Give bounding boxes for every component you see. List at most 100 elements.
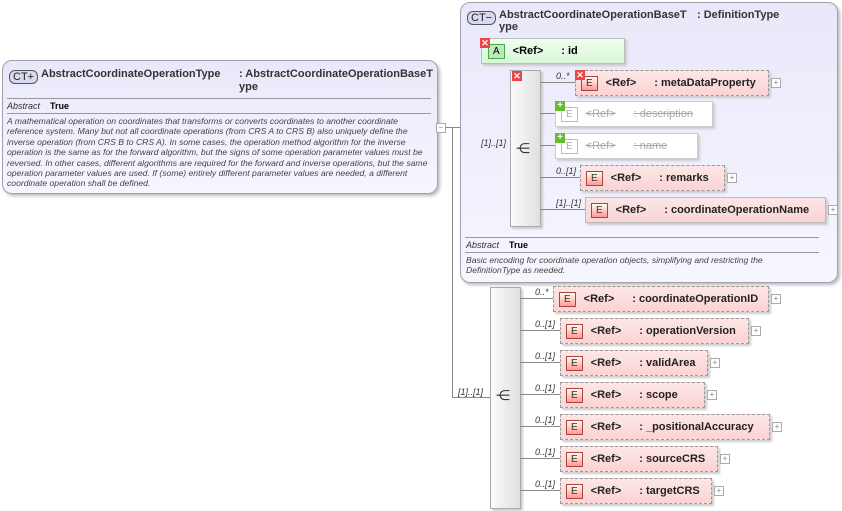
connector (520, 394, 560, 395)
type-name: AbstractCoordinateOperationType (41, 68, 221, 80)
type-name-wrap: ype (499, 21, 518, 33)
element-box[interactable]: E <Ref>: operationVersion (560, 318, 749, 344)
prohibited-icon: ✕ (512, 71, 522, 81)
element-name: : remarks (659, 172, 709, 184)
element-box[interactable]: E <Ref> : remarks (580, 165, 725, 191)
ref: <Ref> (615, 204, 647, 216)
prohibited-icon: ✕ (480, 38, 490, 48)
expand-icon[interactable]: + (720, 454, 730, 464)
ref: <Ref> (590, 485, 622, 497)
cardinality: 0..[1] (535, 415, 556, 425)
connector (520, 426, 560, 427)
abstract-label: Abstract (7, 101, 41, 111)
sequence-icon: ⋲ (516, 140, 530, 156)
element-box[interactable]: E <Ref> : validArea (560, 350, 708, 376)
element-box[interactable]: E <Ref>: description (555, 101, 713, 127)
connector (452, 397, 490, 398)
ref: <Ref> (585, 108, 616, 120)
connector (520, 362, 560, 363)
cardinality: 0..[1] (556, 166, 577, 176)
ref: <Ref> (590, 357, 622, 369)
cardinality: [1]..[1] (481, 138, 507, 148)
element-name: : targetCRS (639, 485, 700, 497)
element-icon: E (566, 483, 583, 499)
connector (540, 113, 555, 114)
cardinality: 0..* (535, 287, 549, 297)
ref: <Ref> (590, 421, 622, 433)
connector (540, 209, 585, 210)
complex-type-icon: CT− (467, 11, 497, 25)
abstract-label: Abstract (466, 240, 500, 250)
connector (452, 127, 453, 397)
ref: <Ref> (605, 77, 637, 89)
element-box[interactable]: E <Ref>: name (555, 133, 698, 159)
element-name: : name (633, 140, 668, 152)
element-icon: E (586, 170, 603, 186)
connector (540, 177, 580, 178)
cardinality: [1]..[1] (458, 387, 484, 397)
collapse-icon[interactable]: − (436, 123, 446, 133)
element-icon: E (566, 323, 583, 339)
cardinality: [1]..[1] (556, 198, 582, 208)
connector (452, 127, 460, 128)
ref: <Ref> (512, 45, 544, 57)
connector (540, 145, 555, 146)
element-box[interactable]: E <Ref> : targetCRS (560, 478, 712, 504)
expand-icon[interactable]: + (714, 486, 724, 496)
expand-icon[interactable]: + (828, 205, 838, 215)
base-type: : AbstractCoordinateOperationBaseT (239, 68, 433, 80)
cardinality: 0..[1] (535, 319, 556, 329)
expand-icon[interactable]: + (710, 358, 720, 368)
connector (520, 458, 560, 459)
prohibited-icon: ✕ (575, 70, 585, 80)
element-name: : coordinateOperationName (664, 204, 810, 216)
cardinality: 0..[1] (535, 351, 556, 361)
attribute-name: : id (561, 45, 578, 57)
element-name: : metaDataProperty (654, 77, 756, 89)
expand-icon[interactable]: + (771, 294, 781, 304)
documentation: Basic encoding for coordinate operation … (466, 255, 763, 276)
element-box[interactable]: E <Ref>: metaDataProperty (575, 70, 769, 96)
element-box[interactable]: E <Ref>: coordinateOperationID (553, 286, 769, 312)
cardinality: 0..* (556, 71, 570, 81)
expand-icon[interactable]: + (771, 78, 781, 88)
cardinality: 0..[1] (535, 447, 556, 457)
element-icon: E (559, 291, 576, 307)
connector (520, 330, 560, 331)
connector (540, 82, 575, 83)
element-box[interactable]: E <Ref> : sourceCRS (560, 446, 718, 472)
added-icon: + (555, 101, 565, 111)
element-box[interactable]: E <Ref> : _positionalAccuracy (560, 414, 770, 440)
complex-type-icon: CT+ (9, 70, 39, 84)
attribute-icon: A (488, 43, 505, 59)
expand-icon[interactable]: + (772, 422, 782, 432)
element-name: : validArea (639, 357, 696, 369)
element-name: : description (633, 108, 693, 120)
documentation: A mathematical operation on coordinates … (7, 116, 428, 189)
abstract-value: True (50, 101, 70, 111)
connector (520, 490, 560, 491)
element-icon: E (591, 202, 608, 218)
ref: <Ref> (610, 172, 642, 184)
element-name: : sourceCRS (639, 453, 706, 465)
element-icon: E (566, 355, 583, 371)
expand-icon[interactable]: + (751, 326, 761, 336)
element-box[interactable]: E <Ref> : scope (560, 382, 705, 408)
element-icon: E (566, 387, 583, 403)
expand-icon[interactable]: + (727, 173, 737, 183)
element-icon: E (566, 419, 583, 435)
element-icon: E (566, 451, 583, 467)
ref: <Ref> (590, 389, 622, 401)
ref: <Ref> (590, 453, 622, 465)
element-box[interactable]: E <Ref> : coordinateOperationName (585, 197, 826, 223)
element-name: : _positionalAccuracy (639, 421, 754, 433)
type-name: AbstractCoordinateOperationBaseT (499, 9, 687, 21)
element-name: : scope (639, 389, 678, 401)
complex-type-abstract-coordinate-operation[interactable]: CT+ AbstractCoordinateOperationType : Ab… (2, 60, 438, 194)
expand-icon[interactable]: + (707, 390, 717, 400)
ref: <Ref> (583, 293, 615, 305)
attribute-id[interactable]: A <Ref> : id (481, 38, 625, 64)
base-type: : DefinitionType (697, 9, 780, 21)
ref: <Ref> (590, 325, 622, 337)
base-type-wrap: ype (239, 81, 258, 93)
